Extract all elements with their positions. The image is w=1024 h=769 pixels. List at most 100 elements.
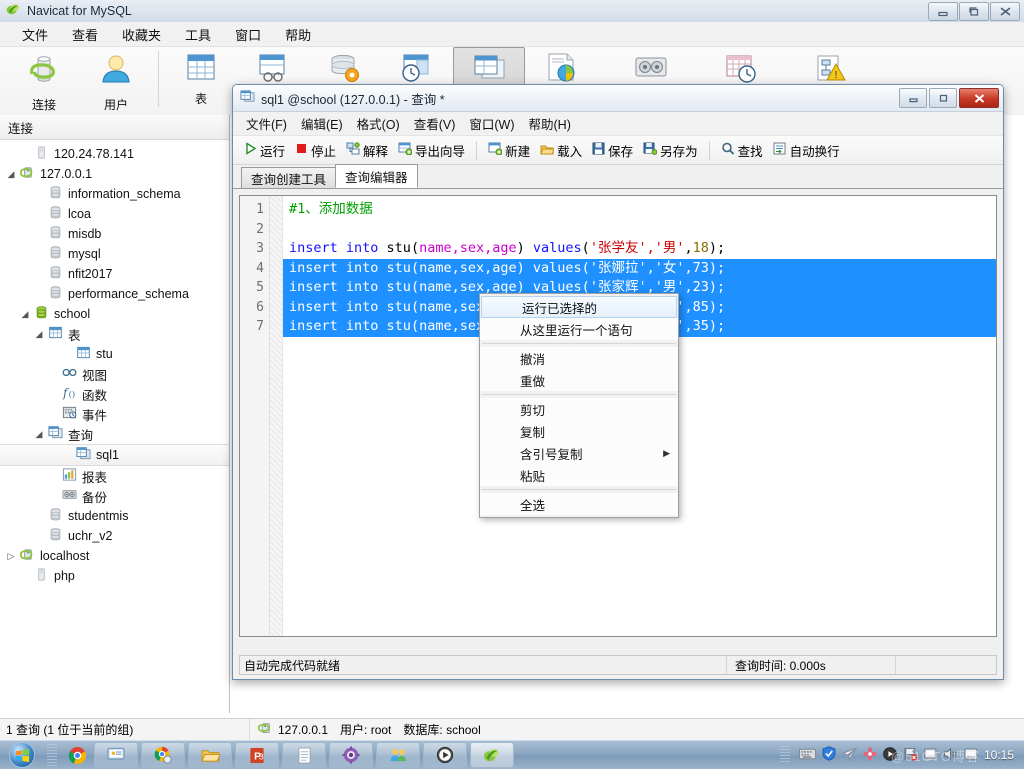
- tray-ime[interactable]: [964, 747, 978, 764]
- tree-item--[interactable]: 备份: [0, 486, 229, 506]
- taskbar-users[interactable]: [376, 742, 420, 768]
- tree-item-mysql[interactable]: mysql: [0, 244, 229, 264]
- tree-item-information_schema[interactable]: information_schema: [0, 184, 229, 204]
- ctx-redo[interactable]: 重做: [480, 369, 678, 391]
- tree-item--[interactable]: 视图: [0, 364, 229, 384]
- ctx-paste[interactable]: 粘贴: [480, 464, 678, 486]
- tab-query-builder[interactable]: 查询创建工具: [241, 167, 337, 188]
- tree-item-php[interactable]: php: [0, 566, 229, 586]
- tree-item--[interactable]: 报表: [0, 466, 229, 486]
- menu-tools[interactable]: 工具: [173, 22, 223, 47]
- menu-favorites[interactable]: 收藏夹: [110, 22, 173, 47]
- ctx-undo[interactable]: 撤消: [480, 347, 678, 369]
- tray-grip[interactable]: [779, 746, 790, 764]
- ctx-run-selected[interactable]: 运行已选择的: [481, 296, 677, 318]
- taskbar-clock[interactable]: 10:15: [984, 748, 1018, 762]
- tree-item-uchr_v2[interactable]: uchr_v2: [0, 526, 229, 546]
- tray-network[interactable]: [924, 747, 937, 764]
- taskbar-remote-desktop[interactable]: [94, 742, 138, 768]
- taskbar-settings[interactable]: [329, 742, 373, 768]
- maximize-button[interactable]: [959, 2, 989, 21]
- ctx-copy[interactable]: 复制: [480, 420, 678, 442]
- taskbar-chrome[interactable]: [141, 742, 185, 768]
- ctx-select-all[interactable]: 全选: [480, 493, 678, 515]
- code-line[interactable]: insert into stu(name,sex,age) values('张娜…: [283, 258, 996, 278]
- explain-button[interactable]: 解释: [341, 139, 393, 162]
- code-token: insert into: [289, 279, 387, 295]
- tree-item--[interactable]: f() 函数: [0, 384, 229, 404]
- tray-security[interactable]: [822, 746, 836, 764]
- menu-view[interactable]: 查看: [60, 22, 110, 47]
- code-line[interactable]: #1、添加数据: [283, 200, 996, 220]
- tree-item-performance_schema[interactable]: performance_schema: [0, 284, 229, 304]
- stop-button[interactable]: 停止: [290, 139, 341, 162]
- expand-twisty-icon[interactable]: ◢: [32, 329, 46, 340]
- query-close-button[interactable]: [959, 88, 999, 108]
- tray-action-center[interactable]: [903, 747, 918, 764]
- expand-twisty-icon[interactable]: ◢: [4, 169, 18, 180]
- word-wrap-button[interactable]: 自动换行: [768, 139, 845, 162]
- taskbar-media-player[interactable]: [423, 742, 467, 768]
- tree-item-school[interactable]: ◢ school: [0, 304, 229, 324]
- ctx-cut[interactable]: 剪切: [480, 398, 678, 420]
- status-user: 用户: root: [340, 723, 392, 737]
- expand-twisty-icon[interactable]: ◢: [32, 429, 46, 440]
- menu-window[interactable]: 窗口: [223, 22, 273, 47]
- export-wizard-button[interactable]: 导出向导: [393, 139, 470, 162]
- tree-item--[interactable]: 事件: [0, 404, 229, 424]
- tray-keyboard[interactable]: [798, 748, 816, 763]
- save-as-button[interactable]: 另存为: [638, 139, 703, 162]
- tree-item-nfit2017[interactable]: nfit2017: [0, 264, 229, 284]
- qmenu-window[interactable]: 窗口(W): [462, 111, 521, 136]
- qmenu-edit[interactable]: 编辑(E): [294, 111, 350, 136]
- toolbar-table[interactable]: 表: [165, 47, 237, 113]
- tree-item-localhost[interactable]: ▷ localhost: [0, 546, 229, 566]
- ctx-copy-with-quotes[interactable]: 含引号复制 ▶: [480, 442, 678, 464]
- taskbar-explorer[interactable]: [188, 742, 232, 768]
- toolbar-connection[interactable]: 连接: [8, 47, 80, 113]
- tray-volume[interactable]: [943, 747, 958, 764]
- editor-context-menu[interactable]: 运行已选择的 从这里运行一个语句 撤消 重做剪切 复制 含引号复制 ▶ 粘贴全选: [479, 293, 679, 518]
- save-button[interactable]: 保存: [587, 139, 638, 162]
- new-button[interactable]: 新建: [483, 139, 535, 162]
- tab-query-editor[interactable]: 查询编辑器: [335, 164, 418, 188]
- tree-item-sql1[interactable]: sql1: [0, 444, 229, 466]
- tray-player[interactable]: [883, 746, 897, 764]
- tree-item-lcoa[interactable]: lcoa: [0, 204, 229, 224]
- query-restore-button[interactable]: [929, 88, 957, 108]
- collapse-twisty-icon[interactable]: ▷: [4, 551, 18, 562]
- tree-item-misdb[interactable]: misdb: [0, 224, 229, 244]
- code-line[interactable]: insert into stu(name,sex,age) values('张学…: [283, 239, 996, 259]
- tray-app[interactable]: [863, 746, 877, 764]
- tray-messenger[interactable]: [841, 746, 858, 764]
- qmenu-file[interactable]: 文件(F): [239, 111, 294, 136]
- qmenu-format[interactable]: 格式(O): [350, 111, 407, 136]
- taskbar-powerpoint[interactable]: P 3: [235, 742, 279, 768]
- minimize-button[interactable]: [928, 2, 958, 21]
- tree-item-120-24-78-141[interactable]: 120.24.78.141: [0, 144, 229, 164]
- find-button[interactable]: 查找: [716, 139, 768, 162]
- ctx-run-from-here[interactable]: 从这里运行一个语句: [480, 318, 678, 340]
- tree-item-stu[interactable]: stu: [0, 344, 229, 364]
- menu-help[interactable]: 帮助: [273, 22, 323, 47]
- close-button[interactable]: [990, 2, 1020, 21]
- taskbar-chrome-quicklaunch[interactable]: [60, 746, 94, 765]
- toolbar-user[interactable]: 用户: [80, 47, 152, 113]
- qmenu-help[interactable]: 帮助(H): [522, 111, 578, 136]
- qmenu-view[interactable]: 查看(V): [407, 111, 463, 136]
- taskbar-notepad[interactable]: [282, 742, 326, 768]
- code-line[interactable]: [283, 220, 996, 240]
- taskbar-grip[interactable]: [47, 744, 57, 766]
- load-button[interactable]: 载入: [535, 139, 587, 162]
- start-button[interactable]: [0, 742, 44, 768]
- menu-file[interactable]: 文件: [10, 22, 60, 47]
- run-button[interactable]: 运行: [239, 139, 290, 162]
- tree-item--[interactable]: ◢ 查询: [0, 424, 229, 444]
- connection-tree[interactable]: 120.24.78.141 ◢ 127.0.0.1 information_schem…: [0, 140, 229, 586]
- tree-item-studentmis[interactable]: studentmis: [0, 506, 229, 526]
- tree-item-127-0-0-1[interactable]: ◢ 127.0.0.1: [0, 164, 229, 184]
- query-minimize-button[interactable]: [899, 88, 927, 108]
- taskbar-navicat[interactable]: [470, 742, 514, 768]
- expand-twisty-icon[interactable]: ◢: [18, 309, 32, 320]
- tree-item--[interactable]: ◢ 表: [0, 324, 229, 344]
